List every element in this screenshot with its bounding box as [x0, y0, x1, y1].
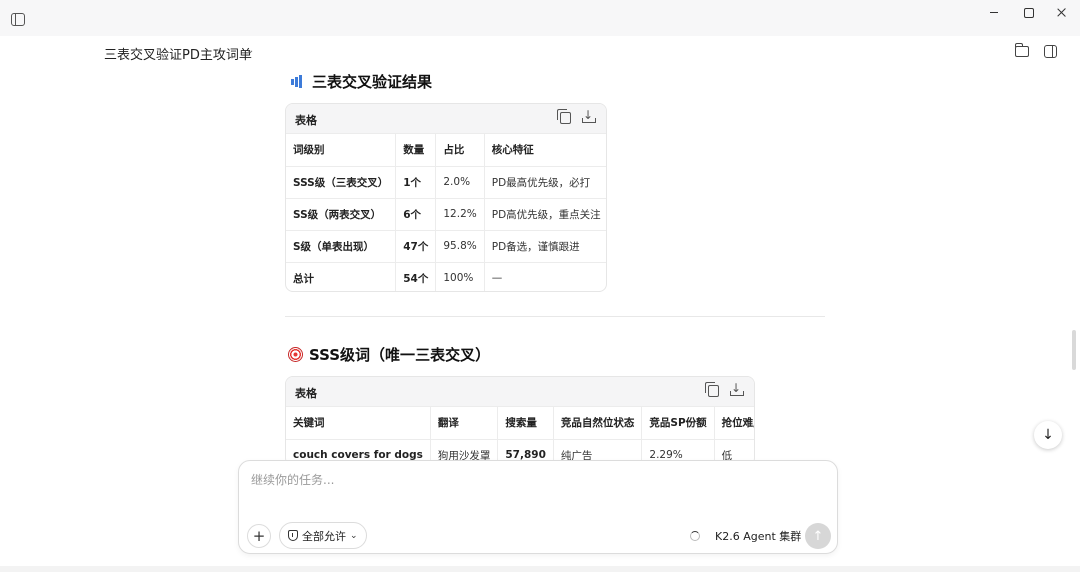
table-cell: 12.2% — [435, 198, 485, 231]
send-button[interactable]: ↑ — [805, 523, 831, 549]
table-cell: PD最高优先级，必打 — [484, 166, 606, 199]
table-cell: 总计 — [286, 262, 397, 291]
column-header: 搜索量 — [497, 407, 554, 440]
column-header: 核心特征 — [484, 134, 606, 167]
target-icon — [288, 347, 303, 362]
table-cell: PD备选，谨慎跟进 — [484, 230, 606, 263]
column-header: 竞品SP份额 — [641, 407, 715, 440]
shield-icon — [288, 530, 298, 541]
table-card-header: 表格 — [286, 377, 754, 407]
section-heading-text: SSS级词（唯一三表交叉） — [309, 346, 491, 364]
table-row: SSS级（三表交叉） 1个 2.0% PD最高优先级，必打 — [286, 166, 606, 199]
permission-label: 全部允许 — [302, 529, 346, 543]
panel-icon[interactable] — [1044, 45, 1057, 58]
maximize-button[interactable] — [1016, 4, 1040, 22]
sss-table: 关键词 翻译 搜索量 竞品自然位状态 竞品SP份额 抢位难度 couch cov… — [286, 407, 754, 465]
table-cell: 1个 — [395, 166, 437, 199]
table-cell: 2.0% — [435, 166, 485, 199]
column-header: 抢位难度 — [714, 407, 754, 440]
section-divider — [285, 316, 825, 317]
title-bar — [0, 0, 1080, 36]
scroll-to-bottom-button[interactable]: ↓ — [1034, 421, 1062, 449]
table-row: S级（单表出现） 47个 95.8% PD备选，谨慎跟进 — [286, 230, 606, 263]
results-table: 词级别 数量 占比 核心特征 SSS级（三表交叉） 1个 2.0% PD最高优先… — [286, 134, 606, 291]
sidebar-toggle-icon[interactable] — [11, 13, 25, 26]
column-header: 占比 — [435, 134, 485, 167]
sss-table-card: 表格 关键词 翻译 搜索量 竞品自然位状态 竞品SP份额 抢位难度 couch … — [285, 376, 755, 466]
chat-input-box: + 全部允许 ⌄ K2.6 Agent 集群 ↑ — [238, 460, 838, 554]
column-header: 竞品自然位状态 — [553, 407, 643, 440]
column-header: 翻译 — [430, 407, 499, 440]
table-header-row: 关键词 翻译 搜索量 竞品自然位状态 竞品SP份额 抢位难度 — [286, 407, 754, 440]
task-input[interactable] — [251, 471, 821, 501]
section-heading-text: 三表交叉验证结果 — [312, 73, 433, 91]
copy-icon[interactable] — [557, 109, 571, 124]
model-selector[interactable]: K2.6 Agent 集群 — [715, 528, 801, 544]
arrow-up-icon: ↑ — [812, 528, 824, 544]
table-cell: SS级（两表交叉） — [286, 198, 397, 231]
download-icon[interactable] — [582, 108, 596, 124]
table-label: 表格 — [295, 387, 317, 400]
table-cell: S级（单表出现） — [286, 230, 397, 263]
table-cell: 54个 — [395, 262, 437, 291]
copy-icon[interactable] — [705, 382, 719, 397]
section-heading-results: 三表交叉验证结果 — [288, 71, 432, 92]
table-row: SS级（两表交叉） 6个 12.2% PD高优先级，重点关注 — [286, 198, 606, 231]
table-cell: 100% — [435, 262, 485, 291]
arrow-down-icon: ↓ — [1042, 427, 1054, 443]
table-row: 总计 54个 100% — — [286, 262, 606, 291]
chevron-down-icon: ⌄ — [350, 530, 358, 541]
table-cell: SSS级（三表交叉） — [286, 166, 397, 199]
permission-dropdown[interactable]: 全部允许 ⌄ — [279, 522, 367, 549]
folder-icon[interactable] — [1015, 43, 1029, 57]
doc-title[interactable]: 三表交叉验证PD主攻词单 — [104, 44, 252, 63]
table-label: 表格 — [295, 114, 317, 127]
results-table-card: 表格 词级别 数量 占比 核心特征 SSS级（三表交叉） 1个 2.0% PD最… — [285, 103, 607, 292]
close-window-button[interactable] — [1050, 4, 1074, 22]
scrollbar[interactable] — [1072, 330, 1076, 370]
chevron-down-icon[interactable]: ⌄ — [246, 45, 254, 56]
column-header: 关键词 — [286, 407, 431, 440]
table-cell: 6个 — [395, 198, 437, 231]
table-cell: 95.8% — [435, 230, 485, 263]
column-header: 数量 — [395, 134, 437, 167]
table-card-header: 表格 — [286, 104, 606, 134]
plus-icon: + — [252, 527, 266, 545]
bottom-strip — [0, 566, 1080, 572]
add-attachment-button[interactable]: + — [247, 524, 271, 548]
bar-chart-icon — [288, 72, 306, 91]
table-cell: — — [491, 272, 503, 285]
loading-spinner-icon — [690, 531, 700, 541]
table-header-row: 词级别 数量 占比 核心特征 — [286, 134, 606, 167]
minimize-button[interactable] — [982, 4, 1006, 22]
table-cell: PD高优先级，重点关注 — [484, 198, 606, 231]
table-cell: 47个 — [395, 230, 437, 263]
download-icon[interactable] — [730, 381, 744, 397]
column-header: 词级别 — [286, 134, 397, 167]
section-heading-sss: SSS级词（唯一三表交叉） — [288, 344, 490, 365]
